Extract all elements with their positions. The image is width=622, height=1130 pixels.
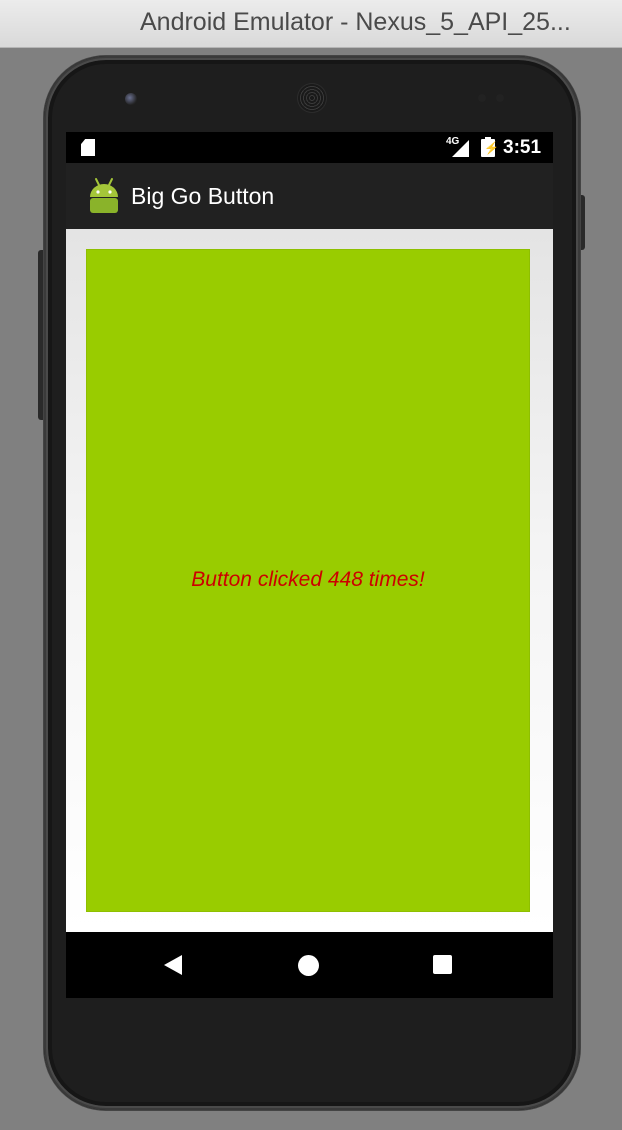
signal-icon [452,140,469,157]
sensor-icon [496,94,504,102]
android-launcher-icon [90,178,118,213]
earpiece-speaker-icon [298,84,326,112]
sd-card-icon [81,139,95,156]
big-go-button[interactable]: Button clicked 448 times! [87,250,529,911]
click-count-label: Button clicked 448 times! [191,568,425,591]
status-clock: 3:51 [503,137,542,158]
window-titlebar[interactable]: Android Emulator - Nexus_5_API_25... [0,0,622,48]
status-bar: 4G ⚡ 3:51 [66,132,553,163]
navigation-bar [66,932,553,998]
front-camera-icon [125,93,137,105]
content-area: Button clicked 448 times! [66,229,553,932]
app-title: Big Go Button [131,183,275,209]
home-icon[interactable] [298,955,319,976]
device-screen: 4G ⚡ 3:51 Big Go Button Button clicked 4… [66,132,553,998]
app-bar: Big Go Button [66,163,553,229]
window-title: Android Emulator - Nexus_5_API_25... [140,8,571,36]
battery-charging-icon: ⚡ [481,137,499,157]
back-icon[interactable] [164,955,182,975]
recents-icon[interactable] [433,955,452,974]
sensor-icon [478,94,486,102]
